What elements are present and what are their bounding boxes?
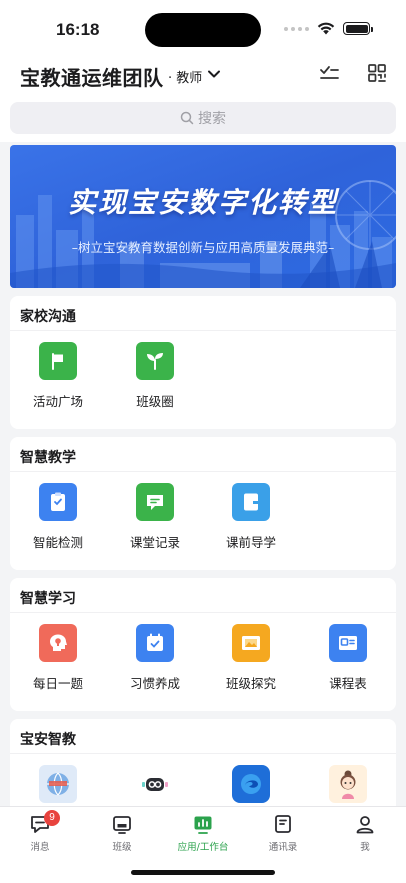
search-placeholder: 搜索	[198, 111, 226, 127]
tab-label: 消息	[30, 842, 50, 853]
app-label: 课前导学	[225, 535, 276, 550]
workbench-icon	[194, 816, 212, 834]
section-home-school: 家校沟通 活动广场 班级圈	[10, 296, 396, 429]
status-time: 16:18	[56, 20, 100, 39]
app-browser[interactable]	[203, 765, 299, 803]
app-label: 智能检测	[32, 535, 83, 550]
app-class-inquiry[interactable]: 班级探究	[203, 624, 299, 692]
tab-label: 我	[360, 842, 370, 853]
app-label: 每日一题	[32, 676, 83, 691]
section-smart-learning: 智慧学习 每日一题 习惯养成 班级探究 课程表	[10, 578, 396, 711]
app-daily-question[interactable]: 每日一题	[10, 624, 106, 692]
edge-icon	[232, 765, 270, 803]
section-smart-teaching: 智慧教学 智能检测 课堂记录 课前导学	[10, 437, 396, 570]
section-title: 宝安智教	[20, 732, 76, 748]
calendar-check-icon	[136, 624, 174, 662]
status-icons	[284, 22, 373, 35]
section-title: 家校沟通	[20, 309, 76, 325]
team-title[interactable]: 宝教通运维团队	[20, 62, 164, 91]
tab-label: 应用/工作台	[177, 842, 229, 853]
promo-banner[interactable]: 实现宝安数字化转型 –树立宝安教育数据创新与应用高质量发展典范–	[10, 145, 396, 288]
bulb-head-icon	[39, 624, 77, 662]
section-baoan-smart-edu: 宝安智教	[10, 719, 396, 819]
checklist-icon[interactable]	[318, 62, 340, 84]
search-input[interactable]: 搜索	[10, 102, 396, 134]
app-activity-square[interactable]: 活动广场	[10, 342, 106, 410]
app-class-circle[interactable]: 班级圈	[107, 342, 203, 410]
unread-badge: 9	[44, 810, 60, 826]
tab-label: 通讯录	[268, 842, 298, 853]
status-bar: 16:18	[0, 0, 406, 54]
robot-icon	[136, 765, 174, 803]
tab-class[interactable]: 班级	[82, 813, 162, 853]
app-timetable[interactable]: 课程表	[300, 624, 396, 692]
avatar-girl-icon	[329, 765, 367, 803]
app-label: 课堂记录	[129, 535, 180, 550]
scan-qr-icon[interactable]	[366, 62, 388, 84]
chat-icon	[136, 483, 174, 521]
app-class-record[interactable]: 课堂记录	[107, 483, 203, 551]
battery-icon	[343, 22, 373, 35]
picture-icon	[232, 624, 270, 662]
divider	[10, 612, 396, 613]
book-icon	[232, 483, 270, 521]
app-label: 课程表	[329, 676, 367, 691]
tab-me[interactable]: 我	[325, 813, 405, 853]
divider	[10, 753, 396, 754]
divider	[10, 330, 396, 331]
app-habit-formation[interactable]: 习惯养成	[107, 624, 203, 692]
signal-icon	[284, 26, 309, 31]
app-ai-robot[interactable]	[107, 765, 203, 803]
search-icon	[180, 111, 194, 125]
app-label: 活动广场	[32, 394, 83, 409]
tab-label: 班级	[112, 842, 132, 853]
clipboard-icon	[39, 483, 77, 521]
app-smart-detection[interactable]: 智能检测	[10, 483, 106, 551]
wifi-icon	[317, 22, 335, 35]
section-title: 智慧学习	[20, 591, 76, 607]
app-preclass-guide[interactable]: 课前导学	[203, 483, 299, 551]
tab-workbench[interactable]: 应用/工作台	[163, 813, 243, 853]
banner-subtitle: –树立宝安教育数据创新与应用高质量发展典范–	[71, 240, 335, 255]
tab-messages[interactable]: 9 消息	[0, 810, 80, 853]
sprout-icon	[136, 342, 174, 380]
contacts-icon	[275, 815, 291, 833]
chevron-down-icon[interactable]	[207, 67, 221, 81]
globe-logo-icon	[39, 765, 77, 803]
app-baoan-portal[interactable]	[10, 765, 106, 803]
app-label: 习惯养成	[129, 676, 180, 691]
home-indicator	[131, 870, 275, 875]
class-icon	[113, 816, 131, 834]
dynamic-island	[145, 13, 261, 47]
banner-title: 实现宝安数字化转型	[67, 186, 338, 219]
profile-icon	[356, 816, 374, 834]
app-assistant[interactable]	[300, 765, 396, 803]
app-label: 班级探究	[225, 676, 276, 691]
app-label: 班级圈	[136, 394, 174, 409]
divider	[10, 471, 396, 472]
role-label[interactable]: · 教师	[168, 67, 202, 86]
app-header: 宝教通运维团队 · 教师	[0, 54, 406, 96]
tab-contacts[interactable]: 通讯录	[243, 813, 323, 853]
search-bar-container: 搜索	[0, 96, 406, 142]
flag-icon	[39, 342, 77, 380]
section-title: 智慧教学	[20, 450, 76, 466]
schedule-icon	[329, 624, 367, 662]
